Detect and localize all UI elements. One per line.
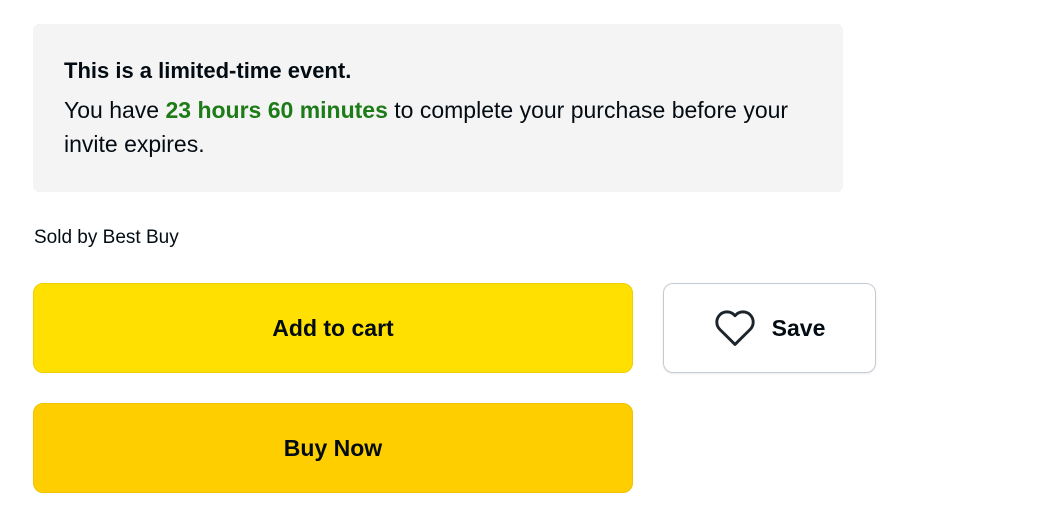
notice-body-prefix: You have — [64, 97, 166, 123]
add-to-cart-label: Add to cart — [272, 314, 394, 341]
add-to-cart-button[interactable]: Add to cart — [33, 283, 633, 373]
seller-text: Sold by Best Buy — [34, 227, 179, 248]
time-remaining: 23 hours 60 minutes — [165, 97, 388, 123]
buy-now-button[interactable]: Buy Now — [33, 403, 633, 493]
heart-icon — [714, 309, 756, 347]
buy-now-label: Buy Now — [283, 434, 383, 461]
save-button[interactable]: Save — [663, 283, 876, 373]
save-label: Save — [771, 314, 826, 341]
notice-body: You have 23 hours 60 minutes to complete… — [64, 93, 813, 161]
notice-heading: This is a limited-time event. — [64, 58, 352, 83]
product-purchase-panel: This is a limited-time event. You have 2… — [0, 0, 1045, 508]
limited-time-notice: This is a limited-time event. You have 2… — [33, 24, 843, 192]
